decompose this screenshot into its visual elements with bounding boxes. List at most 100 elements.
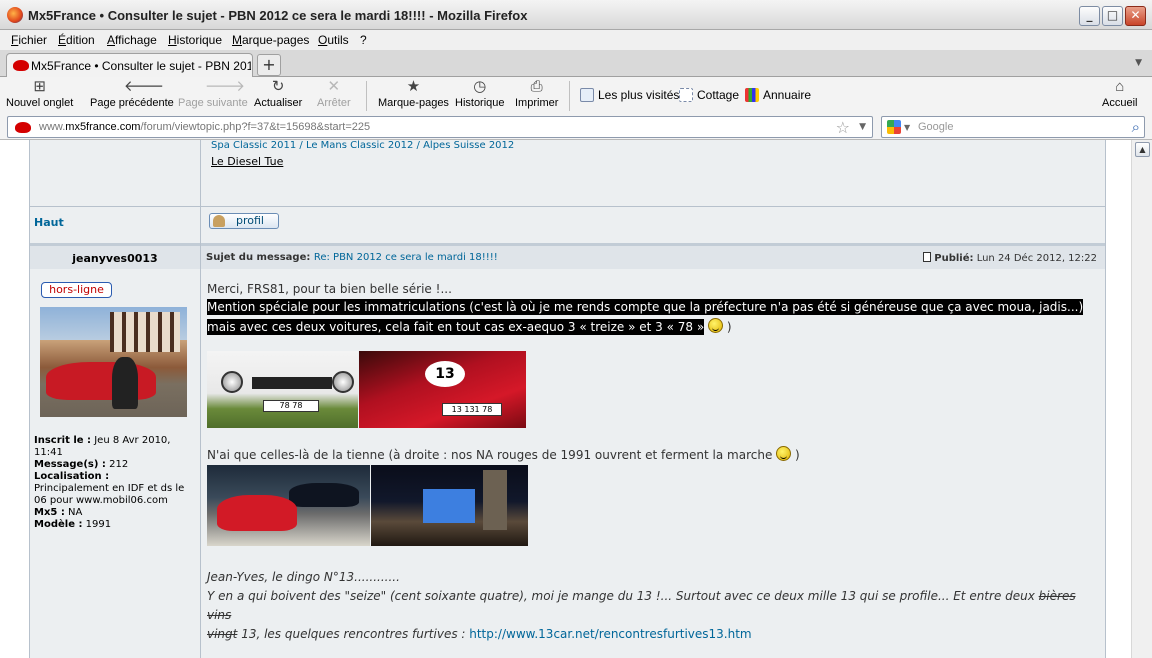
- address-row: www.mx5france.com/forum/viewtopic.php?f=…: [0, 114, 1152, 140]
- menu-bar: Fichier Édition Affichage Historique Mar…: [0, 30, 1152, 50]
- localisation-label: Localisation :: [34, 471, 110, 482]
- prev-signature-links[interactable]: Spa Classic 2011 / Le Mans Classic 2012 …: [211, 140, 514, 151]
- tab-list-chevron-icon[interactable]: ▼: [1135, 58, 1142, 68]
- post-author[interactable]: jeanyves0013: [30, 252, 200, 265]
- clock-icon: ◷: [473, 78, 487, 95]
- cottage-icon: [679, 88, 693, 102]
- bookmark-most-visited[interactable]: Les plus visités: [580, 88, 679, 102]
- user-icon: [213, 215, 225, 227]
- post-header: jeanyves0013 Sujet du message: Re: PBN 2…: [30, 243, 1105, 269]
- most-visited-icon: [580, 88, 594, 102]
- firefox-icon: [7, 7, 23, 23]
- menu-historique[interactable]: Historique: [168, 33, 222, 47]
- headlight-shape: [332, 371, 354, 393]
- url-bar[interactable]: www.mx5france.com/forum/viewtopic.php?f=…: [7, 116, 873, 138]
- signature-text-part1: Y en a qui boivent des "seize" (cent soi…: [207, 589, 1039, 603]
- strike-bieres: bières: [1038, 589, 1076, 603]
- row-divider: [30, 206, 1105, 207]
- back-button[interactable]: 🡐 Page précédente: [90, 79, 174, 110]
- strike-vingt: vingt: [207, 627, 238, 641]
- column-divider: [200, 140, 201, 243]
- reload-button[interactable]: ↻ Actualiser: [254, 78, 302, 110]
- strike-vins: vins: [207, 608, 232, 622]
- url-dropdown-icon[interactable]: ▼: [859, 122, 866, 132]
- search-magnifier-icon[interactable]: ⌕: [1132, 118, 1140, 136]
- arrow-right-icon: 🡒: [204, 78, 246, 95]
- avatar: [40, 307, 187, 417]
- menu-marque-pages[interactable]: Marque-pages: [232, 33, 309, 47]
- history-button[interactable]: ◷ Historique: [455, 78, 505, 110]
- annuaire-label: Annuaire: [763, 88, 812, 102]
- toolbar-separator: [366, 81, 367, 111]
- license-plate: 13 131 78: [442, 403, 502, 416]
- menu-outils[interactable]: Outils: [318, 33, 349, 47]
- avatar-car-shape: [46, 362, 156, 400]
- bookmark-cottage[interactable]: Cottage: [679, 88, 739, 102]
- bookmark-star-icon[interactable]: ☆: [836, 118, 850, 137]
- signature-text-part2: 13, les quelques rencontres furtives :: [237, 627, 470, 641]
- site-favicon-icon: [15, 122, 31, 133]
- post-highlight-block: Mention spéciale pour les immatriculatio…: [207, 297, 1095, 337]
- signature-text-line2: vingt 13, les quelques rencontres furtiv…: [207, 625, 1099, 644]
- prev-signature-diesel-link[interactable]: Le Diesel Tue: [211, 155, 283, 168]
- mx5-label: Mx5 :: [34, 507, 65, 518]
- closing-paren: ): [791, 448, 800, 462]
- menu-fichier[interactable]: Fichier: [11, 33, 47, 47]
- menu-edition[interactable]: Édition: [58, 33, 95, 47]
- red-car-shape: [217, 495, 297, 531]
- published-date: Lun 24 Déc 2012, 12:22: [976, 253, 1097, 264]
- post-line-na-text: N'ai que celles-là de la tienne (à droit…: [207, 448, 773, 462]
- print-button[interactable]: ⎙ Imprimer: [515, 79, 558, 110]
- forward-button[interactable]: 🡒 Page suivante: [178, 78, 248, 110]
- new-tab-button[interactable]: +: [257, 54, 281, 76]
- bookmarks-button[interactable]: ★ Marque-pages: [378, 78, 449, 110]
- bookmark-annuaire[interactable]: Annuaire: [745, 88, 811, 102]
- minimize-button[interactable]: _: [1079, 6, 1100, 26]
- maximize-button[interactable]: □: [1102, 6, 1123, 26]
- toolbar-separator: [569, 81, 570, 111]
- post-signature: Jean-Yves, le dingo N°13............ Y e…: [207, 568, 1099, 644]
- mx5-value: NA: [68, 507, 83, 518]
- profile-button[interactable]: profil: [209, 213, 279, 229]
- smiley-icon: [708, 318, 724, 333]
- post-line-thanks: Merci, FRS81, pour ta bien belle série !…: [207, 282, 452, 296]
- modele-value: 1991: [85, 519, 112, 530]
- post-page-icon: [923, 252, 932, 262]
- close-button[interactable]: ✕: [1125, 6, 1146, 26]
- vertical-scrollbar[interactable]: ▲: [1131, 140, 1152, 658]
- photo-night-cathedral[interactable]: [371, 465, 528, 546]
- new-tab-toolbar-button[interactable]: ⊞ Nouvel onglet: [6, 79, 73, 110]
- reload-icon: ↻: [271, 78, 285, 95]
- menu-help[interactable]: ?: [360, 33, 367, 47]
- search-engine-dropdown-icon[interactable]: ▼: [904, 123, 910, 132]
- photo-red-mx5[interactable]: 13 13 131 78: [359, 351, 526, 428]
- home-icon: ⌂: [1115, 78, 1125, 95]
- url-text[interactable]: www.mx5france.com/forum/viewtopic.php?f=…: [39, 121, 370, 133]
- tab-mx5france[interactable]: Mx5France • Consulter le sujet - PBN 201…: [6, 53, 253, 77]
- stop-button[interactable]: ✕ Arrêter: [317, 79, 351, 110]
- status-badge: hors-ligne: [41, 282, 112, 298]
- back-label: Page précédente: [90, 97, 174, 109]
- home-label: Accueil: [1102, 97, 1138, 109]
- photo-vw-golf[interactable]: 78 78: [207, 351, 358, 428]
- menu-affichage[interactable]: Affichage: [107, 33, 157, 47]
- url-path: /forum/viewtopic.php?f=37&t=15698&start=…: [140, 121, 371, 133]
- window-titlebar: Mx5France • Consulter le sujet - PBN 201…: [0, 0, 1152, 30]
- highlighted-text[interactable]: Mention spéciale pour les immatriculatio…: [207, 299, 1084, 335]
- home-button[interactable]: ⌂ Accueil: [1102, 78, 1138, 110]
- license-plate: 78 78: [263, 400, 319, 412]
- avatar-house-shape: [110, 312, 180, 352]
- headlight-shape: [221, 371, 243, 393]
- photo-parked-mx5[interactable]: [207, 465, 370, 546]
- most-visited-label: Les plus visités: [598, 88, 680, 102]
- profile-button-label: profil: [236, 214, 264, 227]
- forum-post-table: Spa Classic 2011 / Le Mans Classic 2012 …: [29, 140, 1106, 658]
- scroll-up-arrow-icon[interactable]: ▲: [1135, 142, 1150, 157]
- back-to-top-link[interactable]: Haut: [34, 216, 64, 229]
- subject-link[interactable]: Re: PBN 2012 ce sera le mardi 18!!!!: [314, 252, 498, 263]
- google-icon[interactable]: [887, 120, 901, 134]
- avatar-person-shape: [112, 357, 138, 409]
- search-box[interactable]: ▼ Google ⌕: [881, 116, 1145, 138]
- bookmark-star-icon: ★: [406, 78, 421, 95]
- rencontres-furtives-link[interactable]: http://www.13car.net/rencontresfurtives1…: [469, 627, 751, 641]
